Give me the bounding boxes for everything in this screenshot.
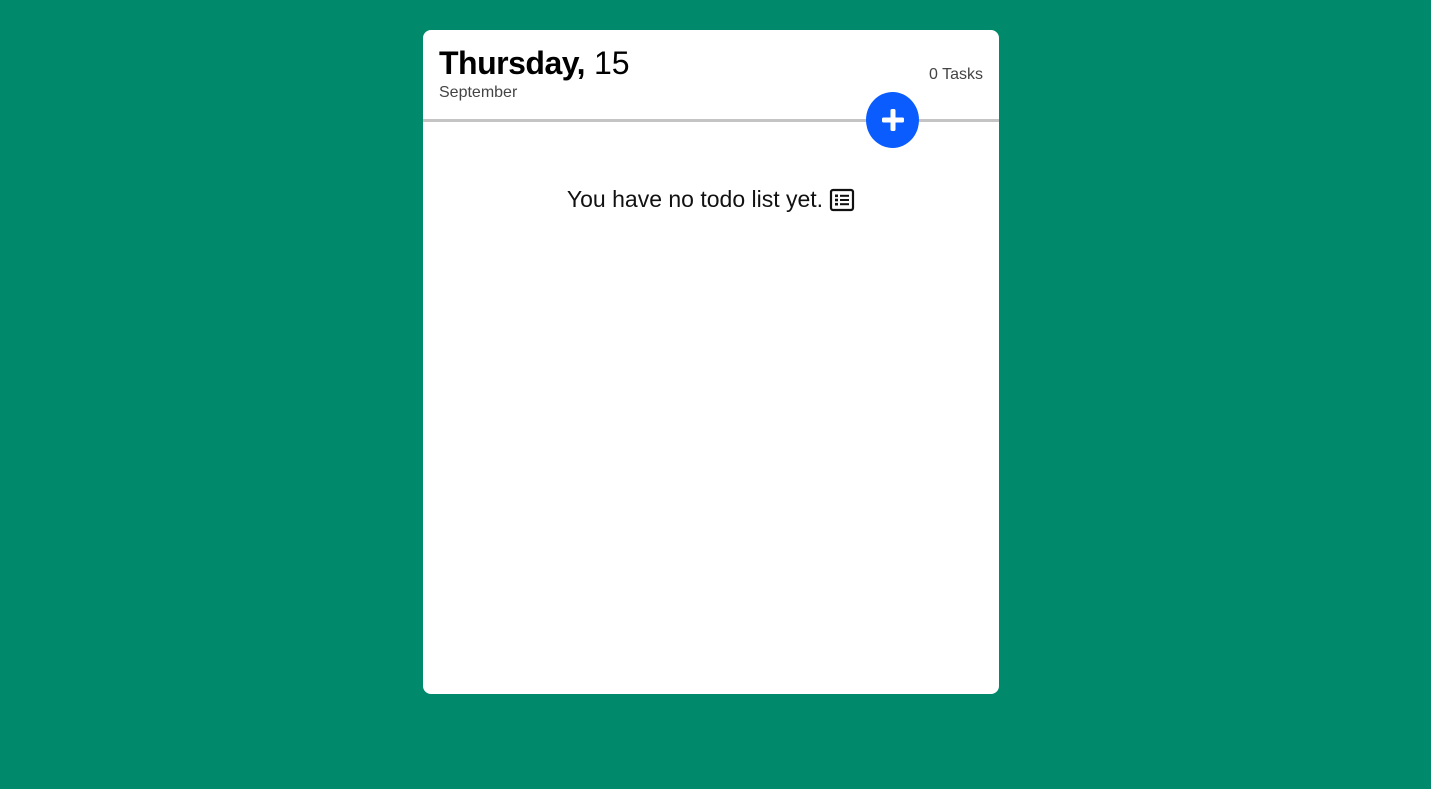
todo-card: Thursday, 15 September 0 Tasks You have … bbox=[423, 30, 999, 694]
plus-icon bbox=[880, 107, 906, 133]
empty-state: You have no todo list yet. bbox=[423, 186, 999, 213]
empty-state-message: You have no todo list yet. bbox=[566, 186, 824, 212]
card-header: Thursday, 15 September 0 Tasks bbox=[423, 30, 999, 148]
month-label: September bbox=[439, 84, 518, 101]
add-task-button[interactable] bbox=[866, 92, 919, 148]
weekday-label: Thursday, bbox=[439, 45, 586, 81]
task-count: 0 Tasks bbox=[929, 66, 983, 83]
day-number: 15 bbox=[593, 45, 630, 81]
date-heading: Thursday, 15 bbox=[439, 44, 630, 82]
list-icon bbox=[829, 188, 855, 212]
